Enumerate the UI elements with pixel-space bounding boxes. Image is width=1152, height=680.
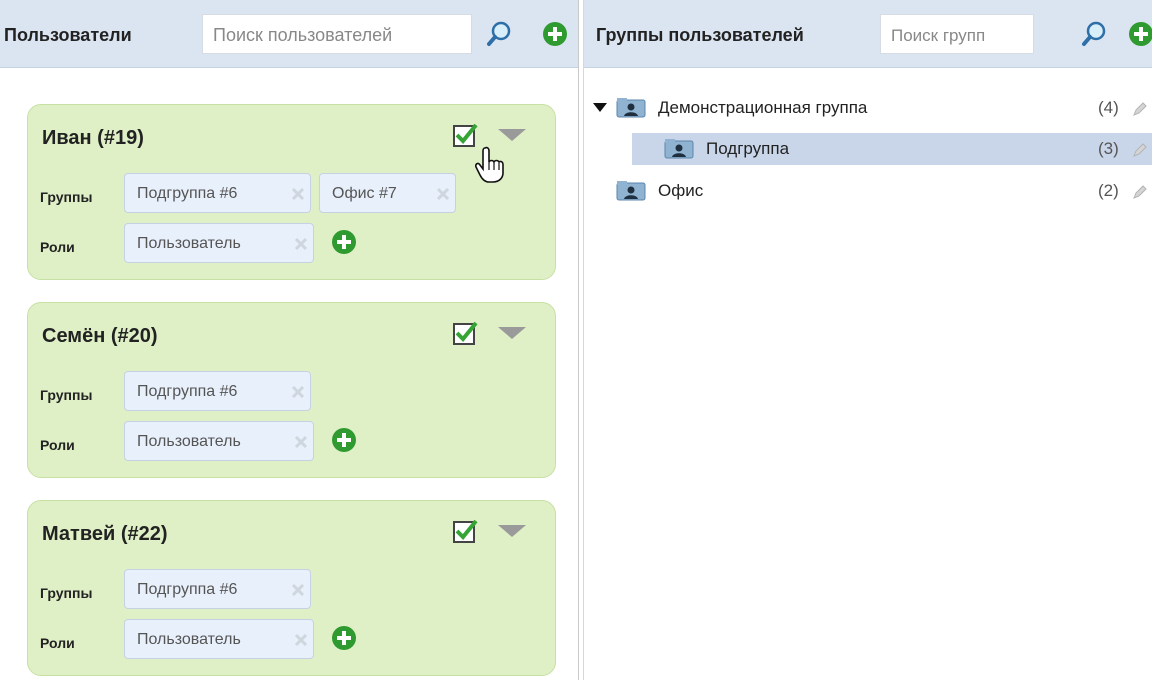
search-icon[interactable]	[1081, 21, 1107, 47]
user-card: Иван (#19) Группы Подгруппа #6 Офис #7 Р…	[27, 104, 556, 280]
roles-label: Роли	[40, 239, 75, 255]
tree-item-count: (4)	[1098, 98, 1119, 117]
add-user-icon[interactable]	[542, 21, 568, 47]
tree-item-count: (3)	[1098, 139, 1119, 158]
tree-item-count: (2)	[1098, 181, 1119, 200]
add-role-icon[interactable]	[331, 229, 357, 255]
role-tag: Пользователь	[124, 619, 314, 659]
users-panel: Пользователи Поиск пользователей Иван (#…	[0, 0, 579, 680]
folder-user-icon	[616, 181, 646, 201]
group-tag-label: Подгруппа #6	[137, 581, 238, 598]
users-search-input[interactable]: Поиск пользователей	[202, 14, 472, 54]
groups-search-placeholder: Поиск групп	[891, 26, 986, 45]
checkbox-checked-icon[interactable]	[452, 320, 478, 346]
tree-item-label: Демонстрационная группа	[658, 98, 868, 117]
group-tag: Офис #7	[319, 173, 456, 213]
groups-label: Группы	[40, 585, 93, 601]
roles-label: Роли	[40, 635, 75, 651]
user-card: Матвей (#22) Группы Подгруппа #6 Роли По…	[27, 500, 556, 676]
dropdown-arrow-icon[interactable]	[498, 327, 526, 339]
group-tag: Подгруппа #6	[124, 569, 311, 609]
group-tag: Подгруппа #6	[124, 371, 311, 411]
remove-icon[interactable]	[292, 386, 304, 398]
users-panel-title: Пользователи	[4, 25, 132, 45]
tree-item-label: Офис	[658, 181, 704, 200]
groups-label: Группы	[40, 189, 93, 205]
remove-icon[interactable]	[437, 188, 449, 200]
tree-item-demo-group[interactable]: Демонстрационная группа (4)	[584, 92, 1152, 124]
groups-label: Группы	[40, 387, 93, 403]
users-panel-header: Пользователи Поиск пользователей	[0, 0, 578, 68]
folder-user-icon	[616, 98, 646, 118]
users-search-placeholder: Поиск пользователей	[213, 25, 393, 45]
group-tag-label: Подгруппа #6	[137, 383, 238, 400]
remove-icon[interactable]	[292, 584, 304, 596]
dropdown-arrow-icon[interactable]	[498, 525, 526, 537]
add-role-icon[interactable]	[331, 427, 357, 453]
role-tag: Пользователь	[124, 421, 314, 461]
groups-panel-header: Группы пользователей Поиск групп	[584, 0, 1152, 68]
checkbox-checked-icon[interactable]	[452, 122, 478, 148]
expand-arrow-icon[interactable]	[593, 103, 607, 112]
groups-search-input[interactable]: Поиск групп	[880, 14, 1034, 54]
edit-pencil-icon[interactable]	[1132, 142, 1148, 158]
user-name: Семён (#20)	[42, 325, 158, 347]
tree-item-subgroup[interactable]: Подгруппа (3)	[632, 133, 1152, 165]
folder-user-icon	[664, 139, 694, 159]
role-tag-label: Пользователь	[137, 235, 241, 252]
role-tag: Пользователь	[124, 223, 314, 263]
add-group-icon[interactable]	[1128, 21, 1152, 47]
remove-icon[interactable]	[292, 188, 304, 200]
search-icon[interactable]	[486, 21, 512, 47]
user-name: Иван (#19)	[42, 127, 144, 149]
group-tag-label: Офис #7	[332, 185, 397, 202]
group-tag: Подгруппа #6	[124, 173, 311, 213]
remove-icon[interactable]	[295, 634, 307, 646]
tree-item-label: Подгруппа	[706, 139, 790, 158]
user-card: Семён (#20) Группы Подгруппа #6 Роли Пол…	[27, 302, 556, 478]
dropdown-arrow-icon[interactable]	[498, 129, 526, 141]
groups-panel-title: Группы пользователей	[596, 25, 804, 45]
checkbox-checked-icon[interactable]	[452, 518, 478, 544]
remove-icon[interactable]	[295, 436, 307, 448]
groups-panel: Группы пользователей Поиск групп Демонст…	[583, 0, 1152, 680]
add-role-icon[interactable]	[331, 625, 357, 651]
group-tag-label: Подгруппа #6	[137, 185, 238, 202]
remove-icon[interactable]	[295, 238, 307, 250]
edit-pencil-icon[interactable]	[1132, 184, 1148, 200]
roles-label: Роли	[40, 437, 75, 453]
tree-item-office[interactable]: Офис (2)	[584, 175, 1152, 207]
role-tag-label: Пользователь	[137, 433, 241, 450]
edit-pencil-icon[interactable]	[1132, 101, 1148, 117]
user-name: Матвей (#22)	[42, 523, 168, 545]
hand-cursor-icon	[475, 146, 504, 183]
role-tag-label: Пользователь	[137, 631, 241, 648]
